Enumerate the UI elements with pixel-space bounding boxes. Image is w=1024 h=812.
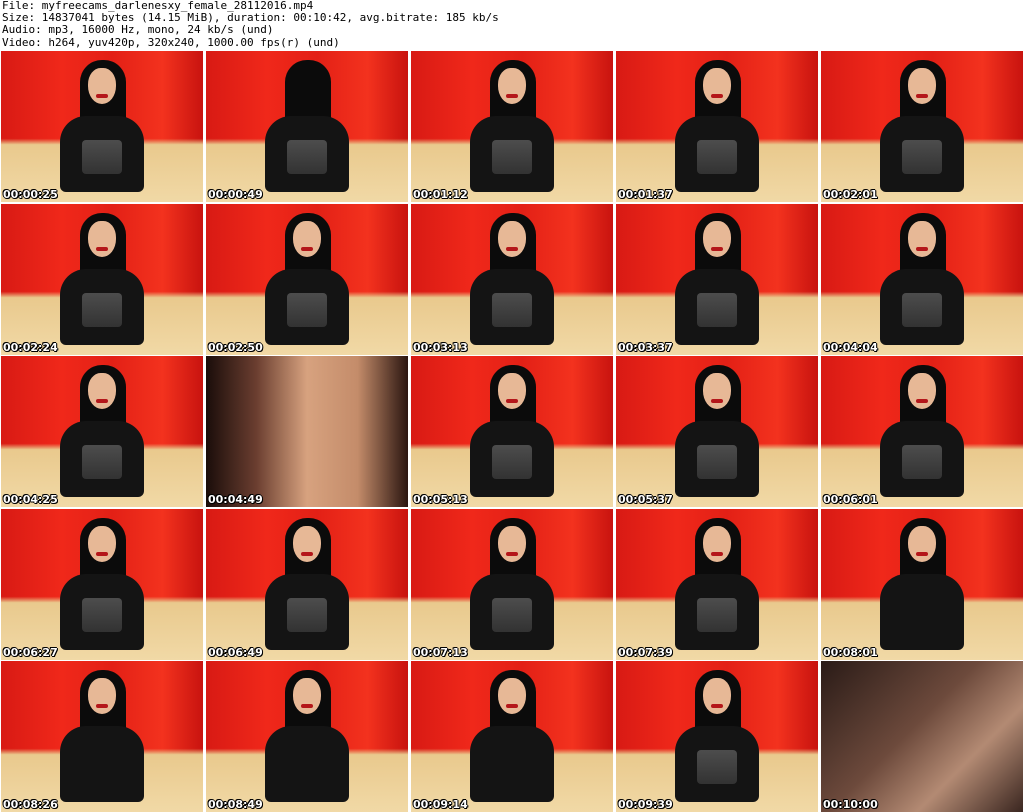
thumbnail: 00:08:49	[206, 661, 408, 812]
timestamp: 00:00:25	[3, 188, 58, 201]
timestamp: 00:10:00	[823, 798, 878, 811]
thumbnail: 00:00:49	[206, 51, 408, 202]
thumbnail: 00:05:37	[616, 356, 818, 507]
person-figure	[669, 363, 765, 507]
person-figure	[259, 668, 355, 812]
person-figure	[669, 58, 765, 202]
person-figure	[464, 58, 560, 202]
person-figure	[464, 516, 560, 660]
timestamp: 00:08:01	[823, 645, 878, 659]
timestamp: 00:02:01	[823, 188, 878, 201]
thumbnail: 00:08:01	[821, 508, 1023, 660]
thumbnail: 00:06:49	[206, 508, 408, 660]
thumbnail: 00:03:13	[411, 203, 613, 355]
timestamp: 00:05:37	[618, 493, 673, 506]
thumbnail: 00:10:00	[821, 661, 1023, 812]
timestamp: 00:01:12	[413, 188, 468, 201]
thumbnail: 00:02:01	[821, 51, 1023, 202]
thumbnail: 00:01:37	[616, 51, 818, 202]
thumbnail: 00:03:37	[616, 203, 818, 355]
person-figure	[464, 363, 560, 507]
thumbnail-grid: 00:00:25 00:00:49 00:01:12 00:01:37 00:0…	[1, 51, 1023, 812]
person-figure	[259, 58, 355, 202]
thumbnail: 00:07:39	[616, 508, 818, 660]
timestamp: 00:01:37	[618, 188, 673, 201]
file-info: File: myfreecams_darlenesxy_female_28112…	[2, 0, 499, 49]
thumbnail: 00:05:13	[411, 356, 613, 507]
person-figure	[464, 668, 560, 812]
person-figure	[54, 58, 150, 202]
person-figure	[54, 516, 150, 660]
timestamp: 00:08:26	[3, 798, 58, 811]
person-figure	[259, 211, 355, 355]
thumbnail: 00:00:25	[1, 51, 203, 202]
person-figure	[54, 363, 150, 507]
timestamp: 00:03:37	[618, 340, 673, 354]
thumbnail: 00:06:01	[821, 356, 1023, 507]
timestamp: 00:06:01	[823, 493, 878, 506]
person-figure	[54, 211, 150, 355]
timestamp: 00:06:27	[3, 645, 58, 659]
video-line: Video: h264, yuv420p, 320x240, 1000.00 f…	[2, 35, 340, 49]
timestamp: 00:03:13	[413, 340, 468, 354]
timestamp: 00:04:04	[823, 340, 878, 354]
thumbnail: 00:01:12	[411, 51, 613, 202]
thumbnail: 00:08:26	[1, 661, 203, 812]
thumbnail: 00:04:25	[1, 356, 203, 507]
person-figure	[874, 58, 970, 202]
thumbnail: 00:02:24	[1, 203, 203, 355]
person-figure	[669, 211, 765, 355]
thumbnail: 00:02:50	[206, 203, 408, 355]
person-figure	[54, 668, 150, 812]
timestamp: 00:05:13	[413, 493, 468, 506]
person-figure	[874, 363, 970, 507]
timestamp: 00:00:49	[208, 188, 263, 201]
thumbnail: 00:06:27	[1, 508, 203, 660]
person-figure	[874, 211, 970, 355]
timestamp: 00:07:13	[413, 645, 468, 659]
audio-line: Audio: mp3, 16000 Hz, mono, 24 kb/s (und…	[2, 23, 274, 37]
timestamp: 00:02:24	[3, 340, 58, 354]
timestamp: 00:06:49	[208, 645, 263, 659]
thumbnail: 00:07:13	[411, 508, 613, 660]
thumbnail: 00:09:14	[411, 661, 613, 812]
timestamp: 00:09:14	[413, 798, 468, 811]
timestamp: 00:02:50	[208, 340, 263, 354]
timestamp: 00:08:49	[208, 798, 263, 811]
timestamp: 00:09:39	[618, 798, 673, 811]
person-figure	[259, 516, 355, 660]
thumbnail: 00:04:49	[206, 356, 408, 507]
person-figure	[874, 516, 970, 660]
timestamp: 00:04:49	[208, 493, 263, 506]
timestamp: 00:04:25	[3, 493, 58, 506]
person-figure	[669, 668, 765, 812]
timestamp: 00:07:39	[618, 645, 673, 659]
thumbnail: 00:09:39	[616, 661, 818, 812]
person-figure	[669, 516, 765, 660]
person-figure	[464, 211, 560, 355]
thumbnail: 00:04:04	[821, 203, 1023, 355]
